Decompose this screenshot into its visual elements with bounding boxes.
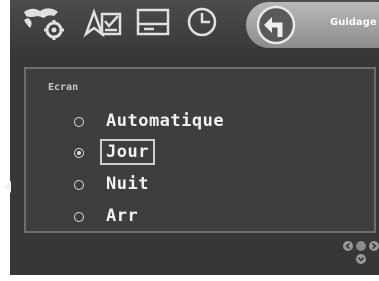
radio-button[interactable]: [74, 212, 84, 222]
clock-icon[interactable]: [182, 4, 222, 40]
navigation-settings-icon[interactable]: [82, 4, 124, 40]
option-label: Arr: [106, 206, 139, 226]
radio-button-checked[interactable]: [74, 148, 84, 158]
screen-settings-panel: Ecran Automatique Jour Nuit Arr: [24, 67, 376, 233]
option-nuit[interactable]: Nuit: [74, 173, 294, 197]
option-label: Automatique: [106, 111, 225, 131]
option-automatique[interactable]: Automatique: [74, 110, 294, 134]
radio-button[interactable]: [74, 117, 84, 127]
guidage-tab-label: Guidage: [330, 17, 377, 28]
turn-left-icon: [256, 5, 296, 45]
radio-button[interactable]: [74, 180, 84, 190]
chevron-left-icon[interactable]: [4, 181, 11, 193]
panel-title: Ecran: [48, 82, 79, 93]
top-menu-bar: Guidage: [10, 0, 379, 50]
display-icon[interactable]: [134, 4, 172, 40]
directional-pad-icon[interactable]: [338, 236, 379, 266]
option-label: Jour: [100, 139, 155, 165]
option-arr[interactable]: Arr: [74, 205, 294, 229]
option-label: Nuit: [106, 174, 149, 194]
screen: Guidage Ecran Automatique Jour Nuit Arr: [10, 0, 379, 275]
world-settings-icon[interactable]: [18, 4, 68, 40]
guidage-tab[interactable]: Guidage: [246, 2, 379, 48]
option-jour[interactable]: Jour: [74, 139, 294, 165]
